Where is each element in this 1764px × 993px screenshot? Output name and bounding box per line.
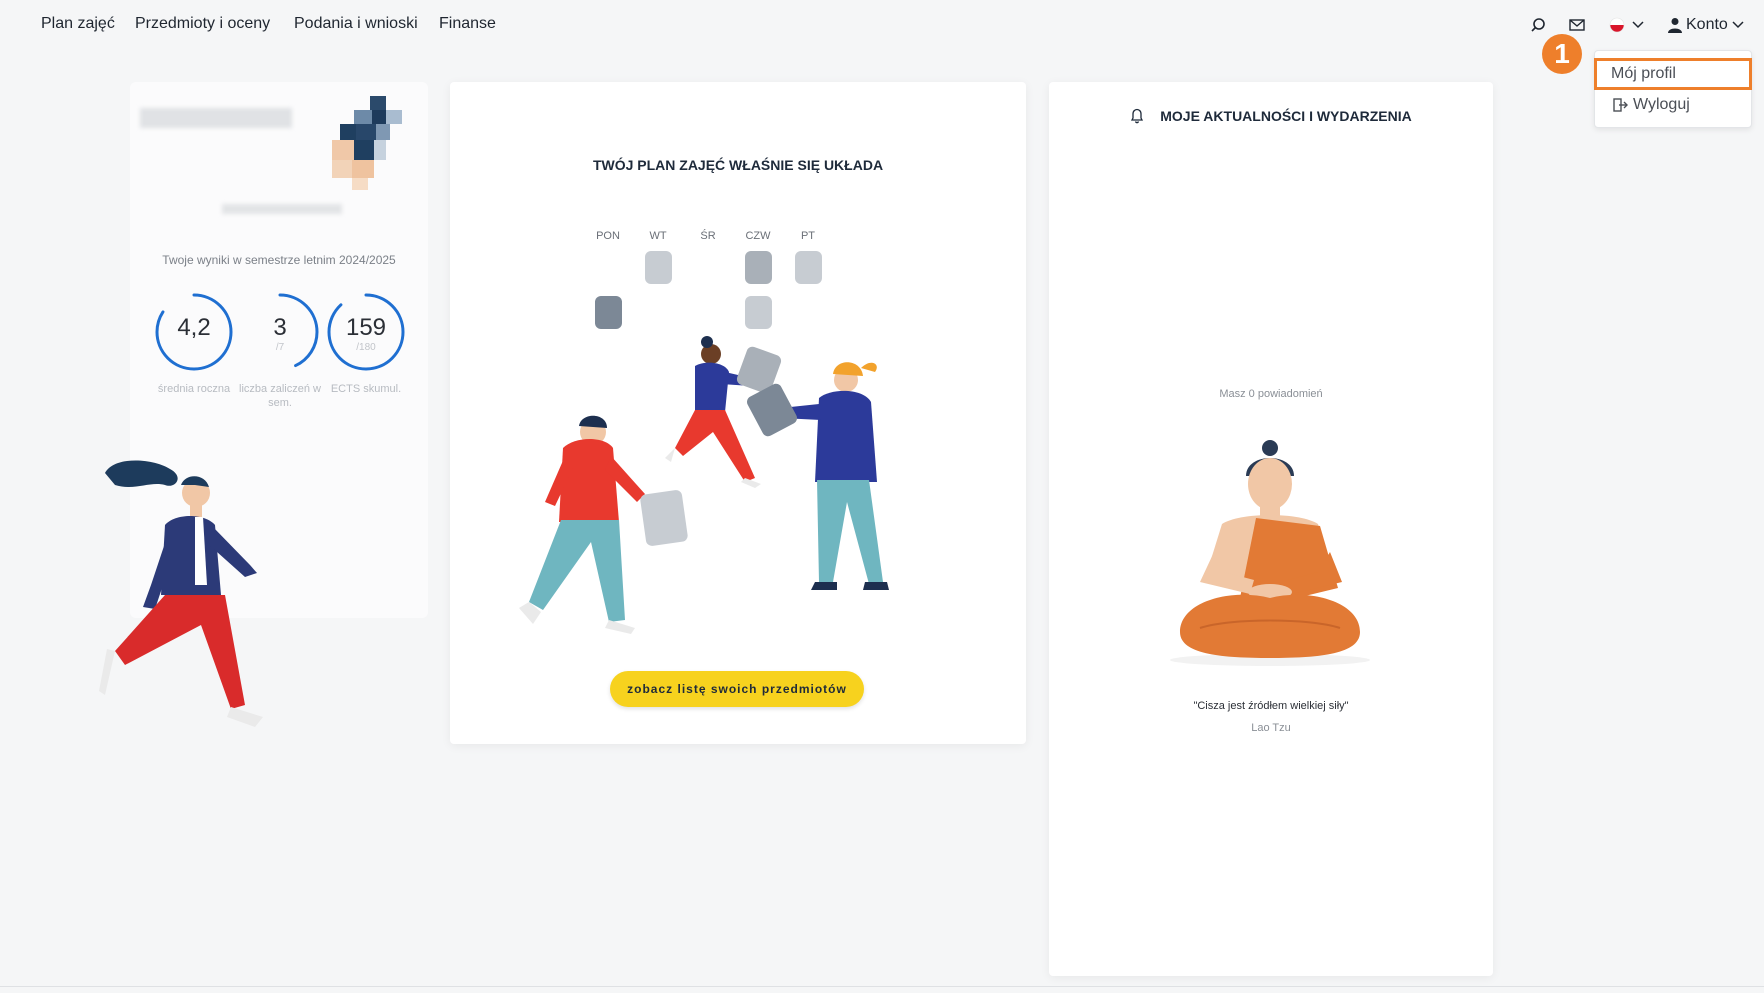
my-profile-menu-item[interactable]: Mój profil xyxy=(1594,58,1752,90)
nav-podania-i-wnioski[interactable]: Podania i wnioski xyxy=(294,15,418,33)
search-icon xyxy=(1531,18,1545,32)
meditating-monk-illustration xyxy=(1170,440,1370,666)
stat-passes-total: /7 xyxy=(275,342,285,353)
logout-menu-item[interactable]: Wyloguj xyxy=(1595,90,1751,120)
stat-ects-label: ECTS skumul. xyxy=(330,383,402,395)
day-fri: PT xyxy=(800,230,816,242)
bell-icon xyxy=(1131,108,1144,124)
logout-icon xyxy=(1613,98,1628,112)
nav-plan-zajec[interactable]: Plan zajęć xyxy=(41,15,115,33)
stat-ects: 159 /180 xyxy=(326,292,406,372)
day-tue: WT xyxy=(649,230,667,242)
schedule-slot xyxy=(595,296,622,329)
chevron-down-icon xyxy=(1632,21,1644,29)
stat-passes-value: 3 xyxy=(273,314,287,341)
stat-ects-value: 159 xyxy=(345,314,387,341)
stat-passes: 3 /7 xyxy=(240,292,320,372)
stat-average-label: średnia roczna xyxy=(157,383,231,395)
day-thu: CZW xyxy=(745,230,771,242)
notifications-empty-text: Masz 0 powiadomień xyxy=(1219,388,1323,400)
schedule-slot xyxy=(745,251,772,284)
day-mon: PON xyxy=(596,230,620,242)
footer-divider xyxy=(0,986,1764,987)
nav-przedmioty-i-oceny[interactable]: Przedmioty i oceny xyxy=(135,15,270,33)
people-moving-blocks-illustration xyxy=(519,336,889,634)
mail-button[interactable] xyxy=(1569,14,1585,36)
stat-ects-total: /180 xyxy=(356,342,376,353)
schedule-slot xyxy=(645,251,672,284)
stat-average: 4,2 xyxy=(154,292,234,372)
logout-label: Wyloguj xyxy=(1633,96,1690,113)
quote-text: "Cisza jest źródłem wielkiej siły" xyxy=(1193,700,1349,712)
stat-passes-label: liczba zaliczeń w sem. xyxy=(239,383,321,409)
schedule-slot xyxy=(795,251,822,284)
nav-finanse[interactable]: Finanse xyxy=(439,15,496,33)
poland-flag-icon xyxy=(1609,17,1625,33)
account-dropdown: Mój profil Wyloguj xyxy=(1594,50,1752,128)
news-header: MOJE AKTUALNOŚCI I WYDARZENIA xyxy=(1049,108,1493,124)
chevron-down-icon xyxy=(1732,21,1744,29)
search-button[interactable] xyxy=(1530,14,1546,36)
user-icon xyxy=(1668,18,1682,33)
schedule-slot xyxy=(745,296,772,329)
blurred-student-name xyxy=(140,108,292,128)
quote-author: Lao Tzu xyxy=(1251,722,1291,734)
results-title: Twoje wyniki w semestrze letnim 2024/202… xyxy=(162,253,396,267)
account-label: Konto xyxy=(1686,16,1728,33)
see-subjects-button[interactable]: zobacz listę swoich przedmiotów xyxy=(610,671,864,707)
step-marker: 1 xyxy=(1542,34,1582,74)
day-wed: ŚR xyxy=(700,230,716,242)
mail-icon xyxy=(1569,19,1585,31)
blurred-student-id xyxy=(222,204,342,214)
top-navigation: Plan zajęć Przedmioty i oceny Podania i … xyxy=(0,0,1764,50)
stat-average-value: 4,2 xyxy=(177,314,211,341)
avatar xyxy=(332,96,402,190)
schedule-title: TWÓJ PLAN ZAJĘĆ WŁAŚNIE SIĘ UKŁADA xyxy=(592,157,884,173)
running-student-illustration xyxy=(99,460,263,727)
account-menu-toggle[interactable]: Konto xyxy=(1668,14,1744,36)
language-selector[interactable] xyxy=(1608,14,1644,36)
news-title: MOJE AKTUALNOŚCI I WYDARZENIA xyxy=(1160,108,1412,124)
